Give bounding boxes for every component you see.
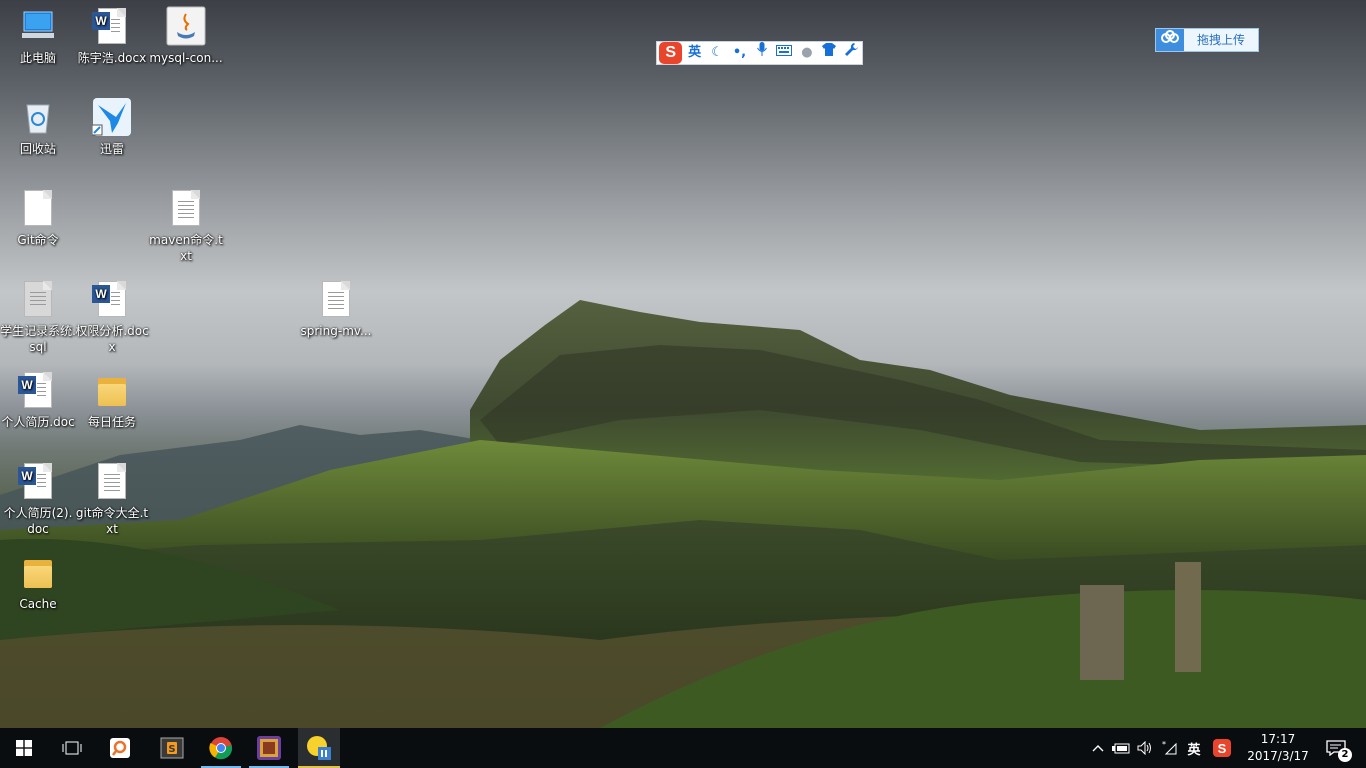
icon-label: Git命令 [17, 233, 59, 247]
speaker-icon [1137, 741, 1151, 755]
sogou-icon: S [1213, 739, 1231, 757]
text-file-icon [166, 188, 206, 228]
icon-label: 回收站 [19, 142, 56, 156]
icon-label: 个人简历(2).doc [3, 506, 73, 536]
keyboard-icon[interactable] [774, 42, 794, 64]
action-center-button[interactable]: 2 [1316, 728, 1356, 768]
tray-show-hidden[interactable] [1088, 728, 1108, 768]
word-doc-icon: W [92, 6, 132, 46]
game-icon [257, 736, 281, 760]
tray-clock[interactable]: 17:17 2017/3/17 [1240, 728, 1316, 768]
icon-label: 陈宇浩.docx [77, 51, 147, 65]
icon-label: 权限分析.docx [75, 324, 149, 354]
taskbar: S * 英 S 17:17 2017/3/17 2 [0, 728, 1366, 768]
sogou-logo-icon[interactable]: S [659, 42, 683, 64]
wallpaper [0, 300, 1366, 728]
icon-label: 每日任务 [87, 415, 136, 429]
sticky-app-icon [307, 736, 331, 760]
word-doc-icon: W [18, 370, 58, 410]
recycle-bin-icon [18, 97, 58, 137]
drag-upload-widget[interactable]: 拖拽上传 [1155, 28, 1259, 52]
icon-label: maven命令.txt [149, 233, 223, 263]
tray-network[interactable]: * [1158, 728, 1180, 768]
svg-text:S: S [1218, 741, 1227, 756]
tray-input-mode[interactable]: 英 [1182, 728, 1206, 768]
microphone-icon[interactable] [752, 42, 772, 64]
wifi-icon: * [1162, 741, 1177, 755]
desktop-icon-git-all-txt[interactable]: git命令大全.txt [74, 461, 150, 537]
icon-label: mysql-con... [149, 51, 223, 65]
start-icon [16, 740, 32, 756]
ime-toolbar[interactable]: S 英 ☾ •, ● [656, 41, 863, 65]
chrome-icon [209, 737, 233, 760]
taskbar-app-active[interactable] [298, 728, 340, 768]
thunder-icon [91, 97, 132, 137]
text-file-icon [316, 279, 356, 319]
desktop-icon-resume-2-doc[interactable]: W 个人简历(2).doc [0, 461, 76, 537]
icon-label: 学生记录系统.sql [0, 324, 76, 354]
cloud-icon [1156, 29, 1184, 51]
icon-label: 此电脑 [19, 51, 56, 65]
folder-icon [18, 552, 58, 592]
desktop-icon-thunder[interactable]: 迅雷 [74, 97, 150, 157]
taskbar-app-sublime[interactable]: S [148, 728, 196, 768]
sql-file-icon [18, 279, 58, 319]
desktop-icon-mysql-connector[interactable]: mysql-con... [148, 6, 224, 66]
clock-date: 2017/3/17 [1247, 749, 1309, 763]
icon-label: 个人简历.doc [1, 415, 75, 429]
moon-icon[interactable]: ☾ [707, 42, 727, 64]
word-doc-icon: W [92, 279, 132, 319]
svg-text:S: S [168, 744, 175, 755]
folder-icon [92, 370, 132, 410]
wrench-icon[interactable] [842, 42, 862, 64]
chevron-up-icon [1092, 745, 1104, 752]
icon-label: git命令大全.txt [75, 506, 149, 536]
punctuation-icon[interactable]: •, [729, 42, 749, 64]
desktop-icon-chenyuhao-docx[interactable]: W 陈宇浩.docx [74, 6, 150, 66]
desktop[interactable]: 此电脑 回收站 Git命令 学生记录系统.sql W 个人简历.doc W 个人… [0, 0, 1366, 728]
word-doc-icon: W [18, 461, 58, 501]
svg-text:*: * [1162, 741, 1166, 749]
sublime-icon: S [160, 737, 184, 759]
notification-count: 2 [1338, 748, 1352, 762]
tray-volume[interactable] [1134, 728, 1156, 768]
desktop-icon-this-pc[interactable]: 此电脑 [0, 6, 76, 66]
user-icon[interactable]: ● [797, 42, 817, 64]
task-view-icon [62, 741, 82, 755]
start-button[interactable] [0, 728, 48, 768]
desktop-icon-student-sql[interactable]: 学生记录系统.sql [0, 279, 76, 355]
taskbar-app-game[interactable] [245, 728, 293, 768]
file-icon [18, 188, 58, 228]
desktop-icon-resume-doc[interactable]: W 个人简历.doc [0, 370, 76, 430]
taskbar-app-search[interactable] [96, 728, 144, 768]
desktop-icon-recycle-bin[interactable]: 回收站 [0, 97, 76, 157]
skin-icon[interactable] [819, 42, 839, 64]
search-app-icon [110, 738, 130, 758]
taskbar-app-chrome[interactable] [197, 728, 245, 768]
icon-label: spring-mv... [300, 324, 372, 338]
icon-label: 迅雷 [99, 142, 124, 156]
computer-icon [18, 6, 58, 46]
desktop-icon-daily-tasks[interactable]: 每日任务 [74, 370, 150, 430]
icon-label: Cache [19, 597, 57, 611]
task-view-button[interactable] [48, 728, 96, 768]
clock-time: 17:17 [1260, 732, 1296, 746]
ime-mode-toggle[interactable]: 英 [684, 42, 704, 64]
desktop-icon-maven-txt[interactable]: maven命令.txt [148, 188, 224, 264]
tray-sogou[interactable]: S [1210, 728, 1234, 768]
desktop-icon-spring-mvc[interactable]: spring-mv... [298, 279, 374, 339]
battery-icon [1112, 743, 1130, 754]
drag-upload-label: 拖拽上传 [1196, 33, 1245, 47]
tray-power[interactable] [1110, 728, 1132, 768]
desktop-icon-permission-docx[interactable]: W 权限分析.docx [74, 279, 150, 355]
java-icon [166, 6, 206, 46]
desktop-icon-cache[interactable]: Cache [0, 552, 76, 612]
desktop-icon-git-commands[interactable]: Git命令 [0, 188, 76, 248]
text-file-icon [92, 461, 132, 501]
